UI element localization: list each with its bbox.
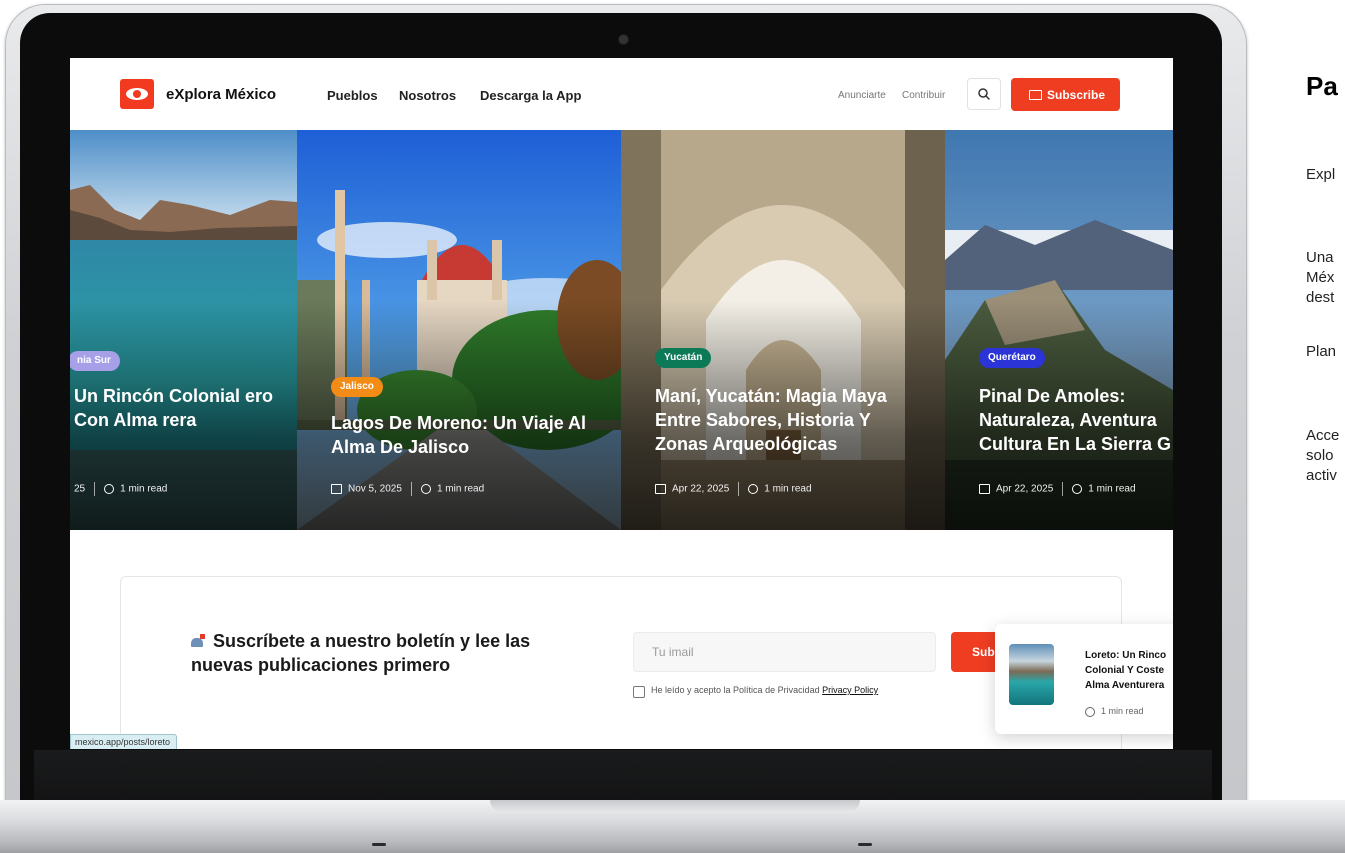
mail-icon: [1029, 90, 1042, 100]
camera-icon: [619, 35, 628, 44]
logo-pupil: [133, 90, 141, 98]
email-input[interactable]: [633, 632, 936, 672]
top-nav: eXplora México Pueblos Nosotros Descarga…: [70, 58, 1173, 130]
post-card-yucatan[interactable]: Yucatán Maní, Yucatán: Magia Maya Entre …: [621, 130, 945, 530]
side-text-line: Méx: [1306, 269, 1335, 286]
newsletter-box: Suscríbete a nuestro boletín y lee las n…: [120, 576, 1122, 749]
nav-link-anunciarte[interactable]: Anunciarte: [838, 90, 886, 101]
subscribe-button[interactable]: Subscribe: [1011, 78, 1120, 111]
post-date: Apr 22, 2025: [672, 483, 730, 495]
calendar-icon: [331, 484, 342, 494]
side-heading: Pa: [1306, 71, 1338, 101]
post-title[interactable]: Lagos De Moreno: Un Viaje Al Alma De Jal…: [331, 411, 601, 459]
clock-icon: [748, 484, 759, 494]
post-date: Nov 5, 2025: [348, 483, 402, 495]
region-badge[interactable]: Jalisco: [331, 377, 383, 397]
newsletter-title-text: Suscríbete a nuestro boletín y lee las n…: [191, 631, 531, 675]
post-meta: Apr 22, 2025 1 min read: [979, 482, 1136, 496]
calendar-icon: [979, 484, 990, 494]
post-date: Apr 22, 2025: [996, 483, 1054, 495]
preview-meta: 1 min read: [1085, 706, 1144, 717]
side-text-line: Acce: [1306, 427, 1340, 444]
side-text-line: Plan: [1306, 343, 1337, 360]
post-card-loreto[interactable]: nia Sur Un Rincón Colonial ero Con Alma …: [70, 130, 297, 530]
nav-link-nosotros[interactable]: Nosotros: [399, 88, 456, 103]
read-time: 1 min read: [1088, 483, 1136, 495]
laptop-foot: [372, 843, 386, 846]
read-time: 1 min read: [764, 483, 812, 495]
side-text-line: activ: [1306, 467, 1337, 484]
nav-link-descarga[interactable]: Descarga la App: [480, 88, 581, 103]
preview-thumbnail: [1009, 644, 1054, 705]
browser-screen: eXplora México Pueblos Nosotros Descarga…: [70, 58, 1173, 749]
side-text-line: dest: [1306, 289, 1335, 306]
calendar-icon: [655, 484, 666, 494]
privacy-checkbox[interactable]: [633, 686, 645, 698]
logo-eye-shape: [126, 88, 148, 100]
read-time: 1 min read: [436, 483, 485, 495]
post-card-jalisco[interactable]: Jalisco Lagos De Moreno: Un Viaje Al Alm…: [297, 130, 621, 530]
nav-link-contribuir[interactable]: Contribuir: [902, 90, 945, 101]
clock-icon: [420, 484, 431, 494]
status-bar-url: mexico.app/posts/loreto: [70, 734, 178, 749]
post-meta: 25 1 min read: [74, 482, 167, 496]
laptop-notch: [490, 800, 860, 812]
region-badge[interactable]: Yucatán: [655, 348, 712, 368]
clock-icon: [1085, 706, 1095, 717]
newsletter-submit-label: Sub: [972, 645, 995, 659]
side-text-line: solo: [1306, 447, 1334, 464]
clock-icon: [1072, 484, 1083, 494]
region-badge[interactable]: Querétaro: [979, 348, 1045, 368]
laptop-foot: [858, 843, 872, 846]
read-time: 1 min read: [120, 483, 168, 495]
logo-eye-icon[interactable]: [120, 79, 154, 109]
post-date: 25: [74, 483, 86, 495]
side-text-line: Expl: [1306, 166, 1336, 183]
hover-preview-card[interactable]: Loreto: Un Rinco Colonial Y Coste Alma A…: [995, 624, 1173, 734]
brand-name[interactable]: eXplora México: [166, 86, 276, 103]
consent-label: He leído y acepto la Política de Privaci…: [651, 685, 820, 695]
nav-link-pueblos[interactable]: Pueblos: [327, 88, 378, 103]
privacy-policy-link[interactable]: Privacy Policy: [822, 685, 878, 695]
post-title[interactable]: Un Rincón Colonial ero Con Alma rera: [74, 384, 296, 432]
search-icon: [978, 88, 990, 100]
newsletter-title: Suscríbete a nuestro boletín y lee las n…: [191, 629, 571, 677]
clock-icon: [104, 484, 115, 494]
post-meta: Apr 22, 2025 1 min read: [655, 482, 812, 496]
featured-carousel: nia Sur Un Rincón Colonial ero Con Alma …: [70, 130, 1173, 530]
post-title[interactable]: Pinal De Amoles: Naturaleza, Aventura Cu…: [979, 384, 1173, 456]
post-card-queretaro[interactable]: Querétaro Pinal De Amoles: Naturaleza, A…: [945, 130, 1173, 530]
side-text-line: Una: [1306, 249, 1334, 266]
search-button[interactable]: [967, 78, 1001, 110]
subscribe-label: Subscribe: [1047, 88, 1106, 102]
consent-text: He leído y acepto la Política de Privaci…: [651, 685, 878, 695]
region-badge[interactable]: nia Sur: [70, 351, 120, 371]
preview-read-time: 1 min read: [1101, 706, 1144, 716]
post-meta: Nov 5, 2025 1 min read: [331, 482, 484, 496]
mailbox-icon: [191, 634, 207, 648]
post-title[interactable]: Maní, Yucatán: Magia Maya Entre Sabores,…: [655, 384, 925, 456]
preview-title[interactable]: Loreto: Un Rinco Colonial Y Coste Alma A…: [1085, 648, 1173, 693]
